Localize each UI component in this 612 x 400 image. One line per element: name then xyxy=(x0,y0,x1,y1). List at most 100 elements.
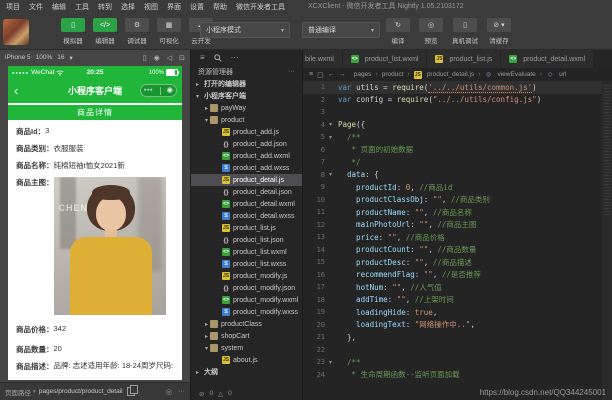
tree-item[interactable]: JS product_modify.js xyxy=(191,270,302,282)
close-target-icon[interactable]: ◉ xyxy=(167,87,173,94)
page-path-label[interactable]: 页面路径 xyxy=(5,387,31,397)
record-icon[interactable]: ◉ xyxy=(154,54,160,62)
breadcrumb-item[interactable]: ◎ viewEvaluate xyxy=(485,71,536,79)
token: mainPhotoUrl xyxy=(338,220,411,230)
field-value: 3 xyxy=(45,126,50,135)
code-line: 12 mainPhotoUrl: "", //商品主图 xyxy=(303,219,602,232)
editor-tab[interactable]: JS product_list.js xyxy=(427,50,502,68)
visual-button[interactable]: ▦ xyxy=(157,18,181,32)
tree-item[interactable]: <> product_list.wxml xyxy=(191,246,302,258)
tree-item[interactable]: ▸ productClass xyxy=(191,318,302,330)
menu-icon[interactable]: ≡ xyxy=(309,71,313,78)
explorer-section-0[interactable]: ▸ 打开的编辑器 xyxy=(191,78,302,90)
menu-item[interactable]: 转到 xyxy=(98,2,112,12)
compile-mode-select[interactable]: 普通编译 ▾ xyxy=(302,22,380,38)
tree-item[interactable]: ▸ payWay xyxy=(191,102,302,114)
more-icon[interactable]: ··· xyxy=(231,53,239,62)
tree-item[interactable]: ▾ product xyxy=(191,114,302,126)
fold-arrow-icon[interactable]: ▾ xyxy=(329,359,338,366)
nav-forward-icon[interactable]: → xyxy=(339,71,346,78)
breadcrumb-item[interactable]: JS product_detail.js xyxy=(413,70,474,79)
phone-button[interactable]: ▯ xyxy=(61,18,85,32)
menu-item[interactable]: 界面 xyxy=(167,2,181,12)
menu-item[interactable]: 文件 xyxy=(29,2,43,12)
nav-back-icon[interactable]: ← xyxy=(328,71,335,78)
product-field-row: 商品描述：品牌: 志述适用年龄: 18-24周岁尺码: S M L XL XXL… xyxy=(16,361,175,370)
user-avatar[interactable] xyxy=(3,19,29,45)
bookmark-icon[interactable]: ▢ xyxy=(317,71,324,79)
js-file-icon: JS xyxy=(222,176,230,184)
tree-item[interactable]: {} product_add.json xyxy=(191,138,302,150)
more-dots-icon[interactable]: ••• xyxy=(144,88,153,94)
menu-icon[interactable]: ≡ xyxy=(200,53,205,62)
refresh-button[interactable]: ↻ xyxy=(386,18,410,32)
device-button[interactable]: ▯ xyxy=(453,18,477,32)
menu-item[interactable]: 帮助 xyxy=(213,2,227,12)
menu-item[interactable]: 工具 xyxy=(75,2,89,12)
tree-item[interactable]: JS product_list.js xyxy=(191,222,302,234)
tree-item[interactable]: Sproduct_detail.wxss xyxy=(191,210,302,222)
tree-item[interactable]: ▸ shopCart xyxy=(191,330,302,342)
tree-item[interactable]: JS product_add.js xyxy=(191,126,302,138)
tree-item[interactable]: {} product_modify.json xyxy=(191,282,302,294)
button-label: 清缓存 xyxy=(489,38,509,45)
fold-arrow-icon[interactable]: ▾ xyxy=(329,121,338,128)
tree-item[interactable]: JS about.js xyxy=(191,354,302,366)
minimap-scrollbar[interactable] xyxy=(602,81,612,400)
tree-item[interactable]: Sproduct_modify.wxss xyxy=(191,306,302,318)
chevron-icon: ▾ xyxy=(204,117,208,124)
mini-program-mode-select[interactable]: 小程序模式 ▾ xyxy=(200,22,290,38)
breadcrumb-item[interactable]: product xyxy=(382,71,404,78)
menu-item[interactable]: 微信开发者工具 xyxy=(236,2,285,12)
rotate-device-icon[interactable]: ▯ xyxy=(143,54,147,62)
fold-arrow-icon[interactable]: ▾ xyxy=(329,171,338,178)
panel-toggle-icon[interactable]: ⊡ xyxy=(179,54,185,62)
sound-icon[interactable]: ◁ xyxy=(167,54,172,62)
menu-item[interactable]: 视图 xyxy=(144,2,158,12)
tree-item[interactable]: <> product_add.wxml xyxy=(191,150,302,162)
token: , xyxy=(401,282,411,292)
tree-item[interactable]: <> product_modify.wxml xyxy=(191,294,302,306)
tree-item[interactable]: {} product_detail.json xyxy=(191,186,302,198)
problems-status[interactable]: ⊘ 0 △ 0 xyxy=(191,387,302,400)
js-file-icon: JS xyxy=(222,272,230,280)
outline-section[interactable]: ▸ 大纲 xyxy=(191,366,302,378)
zoom-select[interactable]: 100% xyxy=(36,54,53,61)
menu-item[interactable]: 编辑 xyxy=(52,2,66,12)
code-area[interactable]: 1 var utils = require('../../utils/common… xyxy=(303,81,602,400)
more-icon[interactable]: ··· xyxy=(178,388,185,396)
button-label: 编辑器 xyxy=(95,38,115,45)
capsule-menu[interactable]: ••• ◉ xyxy=(140,84,177,97)
product-photo[interactable]: CHEN xyxy=(53,177,166,315)
tree-item[interactable]: <> product_detail.wxml xyxy=(191,198,302,210)
copy-icon[interactable] xyxy=(126,385,138,396)
editor-tab[interactable]: bile.wxml xyxy=(303,50,343,68)
tree-item[interactable]: JS product_detail.js xyxy=(191,174,302,186)
more-icon[interactable]: ··· xyxy=(288,68,295,75)
tree-item[interactable]: {} product_list.json xyxy=(191,234,302,246)
menu-item[interactable]: 设置 xyxy=(190,2,204,12)
breadcrumb-item[interactable]: ◇ url xyxy=(546,71,567,79)
eye-button[interactable]: ◎ xyxy=(419,18,443,32)
device-select[interactable]: iPhone 5 xyxy=(5,54,31,61)
menu-item[interactable]: 选择 xyxy=(121,2,135,12)
token: : { xyxy=(365,170,379,180)
breadcrumb-label: pages xyxy=(353,71,372,78)
breadcrumb: ≡ ▢ ← → pages › product › JS product_detail.j… xyxy=(303,68,612,81)
editor-tab[interactable]: <> product_detail.wxml xyxy=(501,50,595,68)
debug-button[interactable]: ⚙ xyxy=(125,18,149,32)
tree-item[interactable]: Sproduct_list.wxss xyxy=(191,258,302,270)
fold-arrow-icon[interactable]: ▾ xyxy=(329,134,338,141)
compile-target-icon[interactable]: ◎ xyxy=(166,388,172,396)
menu-item[interactable]: 项目 xyxy=(6,2,20,12)
tree-item[interactable]: ▾ system xyxy=(191,342,302,354)
breadcrumb-item[interactable]: pages xyxy=(354,71,372,78)
scale-select[interactable]: 16 xyxy=(57,54,64,61)
clear-button[interactable]: ⊘ ▾ xyxy=(487,18,511,32)
code-button[interactable]: </> xyxy=(93,18,117,32)
tree-item[interactable]: Sproduct_add.wxss xyxy=(191,162,302,174)
editor-tab[interactable]: <> product_list.wxml xyxy=(342,50,428,68)
file-name: product_add.wxss xyxy=(233,164,290,172)
explorer-section-1[interactable]: ▾ 小程序客户端 xyxy=(191,90,302,102)
search-icon[interactable] xyxy=(213,53,222,62)
